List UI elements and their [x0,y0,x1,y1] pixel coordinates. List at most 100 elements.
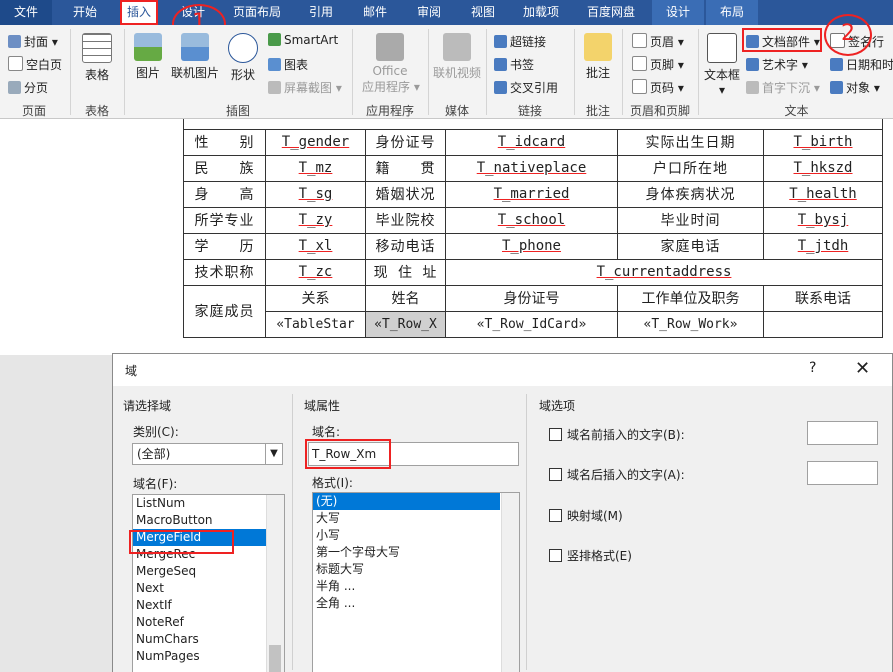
tab-insert[interactable]: 插入 [120,0,158,25]
checkbox[interactable] [549,428,562,441]
merge-field-cell[interactable]: T_birth [763,128,883,156]
insert-after-input[interactable] [807,461,878,485]
tab-addins[interactable]: 加载项 [514,0,568,25]
cross-reference-button[interactable]: 交叉引用 [494,79,558,96]
page-break-button[interactable]: 分页 [8,79,48,96]
tab-table-layout[interactable]: 布局 [706,0,758,25]
datetime-button[interactable]: 日期和时 [830,56,893,73]
close-icon[interactable]: ✕ [855,358,870,379]
merge-field-cell[interactable]: T_gender [265,128,366,156]
merge-field-cell[interactable]: T_zy [265,206,366,234]
address-field[interactable]: T_currentaddress [445,258,883,286]
dropcap-button[interactable]: 首字下沉 ▾ [746,79,820,96]
format-item[interactable]: (无) [313,493,500,510]
hyperlink-icon [494,35,507,48]
family-field-idcard[interactable]: «T_Row_IdCard» [445,310,618,338]
tab-review[interactable]: 审阅 [406,0,452,25]
tab-file[interactable]: 文件 [0,0,52,25]
separator [352,29,353,115]
family-field-work[interactable]: «T_Row_Work» [617,310,764,338]
tab-mailings[interactable]: 邮件 [352,0,398,25]
list-scrollbar[interactable] [266,495,284,672]
merge-field-cell[interactable]: T_married [445,180,618,208]
field-name-item[interactable]: NextIf [133,597,284,614]
smartart-button[interactable]: SmartArt [268,33,338,47]
merge-field-cell[interactable]: T_nativeplace [445,154,618,182]
merge-field-cell[interactable]: T_health [763,180,883,208]
merge-field-cell[interactable]: T_school [445,206,618,234]
format-item[interactable]: 大写 [313,510,500,527]
field-name-item[interactable]: MacroButton [133,512,284,529]
field-name-item[interactable]: ListNum [133,495,284,512]
family-field-phone[interactable] [763,310,883,338]
page-number-button[interactable]: 页码 ▾ [632,79,684,96]
format-item[interactable]: 半角 ... [313,578,500,595]
picture-button[interactable]: 图片 [132,33,164,81]
screenshot-button[interactable]: 屏幕截图 ▾ [268,79,342,96]
merge-field-cell[interactable]: T_phone [445,232,618,260]
object-button[interactable]: 对象 ▾ [830,79,880,96]
checkbox[interactable] [549,468,562,481]
family-field-tablestart[interactable]: «TableStar [265,310,366,338]
field-name-item[interactable]: NumPages [133,648,284,665]
merge-field-cell[interactable]: T_hkszd [763,154,883,182]
merge-field-cell[interactable]: T_mz [265,154,366,182]
group-label-links: 链接 [517,104,542,118]
smartart-icon [268,33,281,46]
checkbox[interactable] [549,549,562,562]
family-field-name[interactable]: «T_Row_X [365,310,446,338]
family-header-name: 姓名 [365,284,446,312]
tab-page-layout[interactable]: 页面布局 [226,0,288,25]
tab-home[interactable]: 开始 [60,0,110,25]
title-field[interactable]: T_zc [265,258,366,286]
tab-table-design[interactable]: 设计 [652,0,704,25]
field-name-item[interactable]: NoteRef [133,614,284,631]
online-video-button[interactable]: 联机视频 [430,33,484,81]
footer-button[interactable]: 页脚 ▾ [632,56,684,73]
separator [622,29,623,115]
field-name-item[interactable]: Next [133,580,284,597]
online-picture-button[interactable]: 联机图片 [168,33,222,81]
wordart-button[interactable]: 艺术字 ▾ [746,56,808,73]
category-select[interactable]: (全部) ▼ [132,443,283,465]
separator [124,29,125,115]
field-name-item[interactable]: NumChars [133,631,284,648]
chart-button[interactable]: 图表 [268,56,308,73]
vertical-format-option[interactable]: 竖排格式(E) [549,547,632,564]
format-item[interactable]: 第一个字母大写 [313,544,500,561]
format-item[interactable]: 标题大写 [313,561,500,578]
format-item[interactable]: 全角 ... [313,595,500,612]
office-apps-button[interactable]: Office 应用程序 ▾ [362,33,420,95]
merge-field-cell[interactable]: T_jtdh [763,232,883,260]
insert-before-input[interactable] [807,421,878,445]
field-names-list[interactable]: ListNum MacroButton MergeField MergeRec Merg… [132,494,285,672]
merge-field-cell[interactable]: T_xl [265,232,366,260]
merge-field-cell[interactable]: T_idcard [445,128,618,156]
blank-page-button[interactable]: 空白页 [8,56,62,73]
field-name-item[interactable]: MergeSeq [133,563,284,580]
mapped-field-option[interactable]: 映射域(M) [549,507,623,524]
field-names-label: 域名(F): [133,477,178,491]
checkbox[interactable] [549,509,562,522]
format-list[interactable]: (无) 大写 小写 第一个字母大写 标题大写 半角 ... 全角 ... [312,492,520,672]
tab-baidu-netdisk[interactable]: 百度网盘 [578,0,644,25]
table-button[interactable]: 表格 [80,33,114,83]
merge-field-cell[interactable]: T_sg [265,180,366,208]
help-button[interactable]: ? [809,360,816,376]
tab-references[interactable]: 引用 [298,0,344,25]
shapes-button[interactable]: 形状 [228,33,258,83]
merge-field-cell[interactable]: T_bysj [763,206,883,234]
header-button[interactable]: 页眉 ▾ [632,33,684,50]
cover-page-button[interactable]: 封面 ▾ [8,33,58,50]
insert-before-option[interactable]: 域名前插入的文字(B): [549,426,685,443]
bookmark-button[interactable]: 书签 [494,56,534,73]
video-icon [443,33,471,61]
tab-view[interactable]: 视图 [460,0,506,25]
scrollbar-thumb[interactable] [269,645,281,672]
format-item[interactable]: 小写 [313,527,500,544]
comment-button[interactable]: 批注 [582,33,614,81]
format-scrollbar[interactable] [501,493,519,672]
textbox-button[interactable]: 文本框 ▾ [702,33,742,97]
hyperlink-button[interactable]: 超链接 [494,33,546,50]
insert-after-option[interactable]: 域名后插入的文字(A): [549,466,685,483]
